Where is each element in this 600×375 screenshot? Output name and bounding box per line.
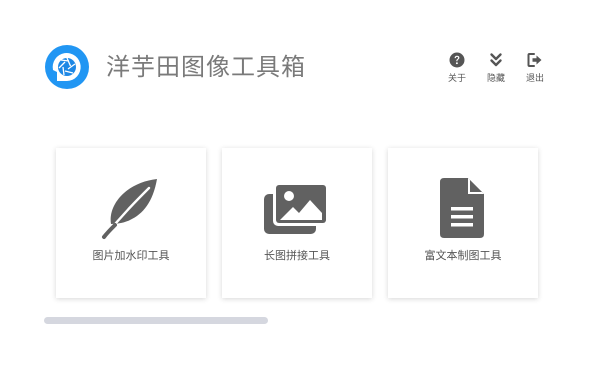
feather-icon <box>102 179 157 239</box>
hide-button[interactable]: 隐藏 <box>476 52 516 85</box>
sign-out-icon <box>527 53 542 67</box>
aperture-logo-icon <box>45 45 89 89</box>
tools-panel: 图片加水印工具 长图拼接工具 富文本制图工具 <box>48 132 548 308</box>
about-label: 关于 <box>447 74 466 84</box>
rich-text-image-label: 富文本制图工具 <box>424 249 502 262</box>
hide-label: 隐藏 <box>486 74 505 84</box>
horizontal-scrollbar-thumb[interactable] <box>44 317 268 324</box>
watermark-tool-label: 图片加水印工具 <box>92 249 170 262</box>
question-circle-icon <box>449 52 465 68</box>
document-icon <box>440 178 484 238</box>
exit-button[interactable]: 退出 <box>515 52 555 85</box>
watermark-tool-card[interactable]: 图片加水印工具 <box>56 148 206 298</box>
images-stack-icon <box>264 182 329 234</box>
about-button[interactable]: 关于 <box>437 52 477 85</box>
long-image-stitch-label: 长图拼接工具 <box>264 249 330 262</box>
rich-text-image-card[interactable]: 富文本制图工具 <box>388 148 538 298</box>
app-title: 洋芋田图像工具箱 <box>106 53 306 81</box>
long-image-stitch-card[interactable]: 长图拼接工具 <box>222 148 372 298</box>
app-window: 洋芋田图像工具箱 关于 隐藏 退出 图片加水印工具 长图拼接工具 富文本制图工具 <box>0 0 600 375</box>
double-chevron-down-icon <box>490 53 502 67</box>
exit-label: 退出 <box>525 74 544 84</box>
